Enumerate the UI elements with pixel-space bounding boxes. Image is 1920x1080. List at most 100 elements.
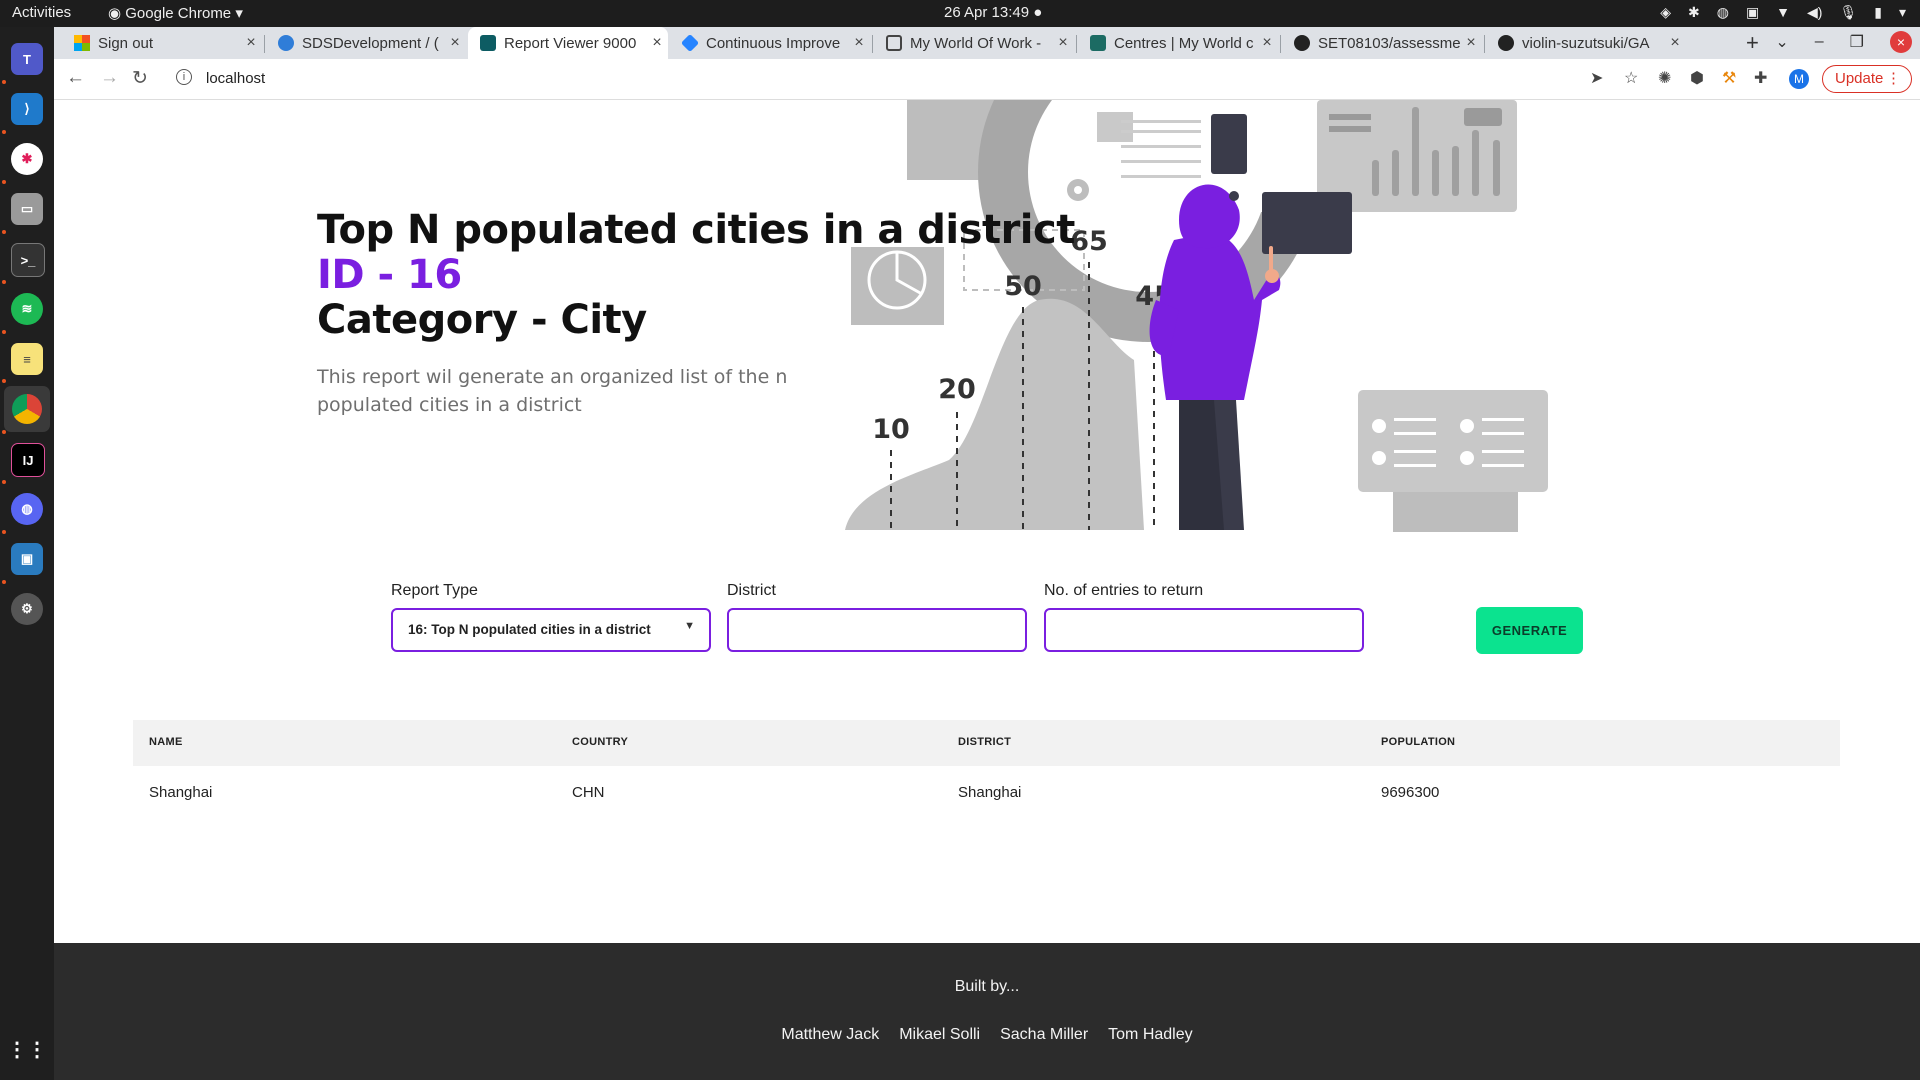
remote-desktop-icon[interactable]: ▣ bbox=[11, 543, 43, 575]
close-icon[interactable]: × bbox=[1256, 34, 1278, 52]
github-icon bbox=[1294, 35, 1310, 51]
url-text: localhost bbox=[206, 70, 266, 87]
close-icon[interactable]: × bbox=[240, 34, 262, 52]
discord-icon[interactable]: ◍ bbox=[11, 493, 43, 525]
send-icon[interactable]: ➤ bbox=[1590, 68, 1603, 88]
profile-avatar[interactable]: M bbox=[1789, 69, 1809, 89]
activities-button[interactable]: Activities bbox=[12, 4, 71, 21]
cell-name: Shanghai bbox=[149, 784, 213, 801]
spotify-icon[interactable]: ≋ bbox=[11, 293, 43, 325]
tab-centres[interactable]: Centres | My World c × bbox=[1078, 27, 1278, 59]
notes-icon[interactable]: ≡ bbox=[11, 343, 43, 375]
tab-set08103[interactable]: SET08103/assessme × bbox=[1282, 27, 1482, 59]
app-menu[interactable]: ◉ Google Chrome ▾ bbox=[108, 4, 243, 22]
column-header-country[interactable]: COUNTRY bbox=[572, 736, 628, 748]
restore-icon[interactable]: ❐ bbox=[1850, 32, 1864, 52]
table-row[interactable]: Shanghai CHN Shanghai 9696300 bbox=[133, 766, 1840, 822]
intellij-icon[interactable]: IJ bbox=[11, 443, 45, 477]
vscode-icon[interactable]: ⟩ bbox=[11, 93, 43, 125]
running-indicator bbox=[2, 230, 6, 234]
microsoft-icon bbox=[74, 35, 90, 51]
volume-icon[interactable]: ◀) bbox=[1807, 4, 1822, 21]
discord-tray-icon[interactable]: ◍ bbox=[1717, 4, 1729, 21]
chart-label: 20 bbox=[938, 374, 976, 405]
district-input[interactable] bbox=[727, 608, 1027, 652]
cell-country: CHN bbox=[572, 784, 605, 801]
tab-continuous-improve[interactable]: Continuous Improve × bbox=[670, 27, 870, 59]
teams-icon[interactable]: T bbox=[11, 43, 43, 75]
forward-icon[interactable]: → bbox=[100, 67, 119, 89]
tab-label: Sign out bbox=[98, 34, 154, 52]
extension-icon[interactable]: ⚒ bbox=[1722, 68, 1736, 88]
teams-tray-icon[interactable]: ▣ bbox=[1746, 4, 1759, 21]
tab-sdsdevelopment[interactable]: SDSDevelopment / ( × bbox=[266, 27, 466, 59]
column-header-name[interactable]: NAME bbox=[149, 736, 183, 748]
window-close-icon[interactable]: × bbox=[1890, 31, 1912, 53]
site-info-icon[interactable]: i bbox=[176, 69, 192, 85]
report-title-text: Top N populated cities in a district bbox=[317, 207, 1075, 253]
column-header-population[interactable]: POPULATION bbox=[1381, 736, 1455, 748]
entries-input[interactable] bbox=[1044, 608, 1364, 652]
dock: T ⟩ ✱ ▭ >_ ≋ ≡ IJ ◍ ▣ ⚙ ⋮⋮ bbox=[0, 27, 54, 1080]
cell-district: Shanghai bbox=[958, 784, 1022, 801]
tab-my-world-of-work[interactable]: My World Of Work - × bbox=[874, 27, 1074, 59]
tab-divider bbox=[1076, 35, 1077, 53]
tab-sign-out[interactable]: Sign out × bbox=[62, 27, 262, 59]
author-link[interactable]: Sacha Miller bbox=[1000, 1026, 1088, 1044]
wifi-icon[interactable]: ▼ bbox=[1776, 4, 1790, 21]
column-header-district[interactable]: DISTRICT bbox=[958, 736, 1011, 748]
extensions-puzzle-icon[interactable]: ✚ bbox=[1754, 68, 1767, 88]
running-indicator bbox=[2, 530, 6, 534]
minimize-icon[interactable]: – bbox=[1815, 33, 1824, 51]
tray-app-icon[interactable]: ◈ bbox=[1660, 4, 1671, 21]
generate-button[interactable]: GENERATE bbox=[1476, 607, 1583, 654]
author-link[interactable]: Tom Hadley bbox=[1108, 1026, 1192, 1044]
author-link[interactable]: Matthew Jack bbox=[781, 1026, 879, 1044]
slack-tray-icon[interactable]: ✱ bbox=[1688, 4, 1700, 21]
slack-icon[interactable]: ✱ bbox=[11, 143, 43, 175]
close-icon[interactable]: × bbox=[848, 34, 870, 52]
battery-icon[interactable]: ▮ bbox=[1874, 4, 1882, 21]
new-tab-button[interactable]: + bbox=[1746, 30, 1759, 56]
author-link[interactable]: Mikael Solli bbox=[899, 1026, 980, 1044]
tab-search-icon[interactable]: ⌄ bbox=[1775, 32, 1788, 52]
browser-toolbar: ← → ↻ i localhost ➤ ☆ ✺ ⬢ ⚒ ✚ M Update ⋮ bbox=[54, 59, 1920, 100]
kebab-menu-icon: ⋮ bbox=[1886, 70, 1901, 87]
chrome-icon: ◉ bbox=[108, 5, 122, 22]
system-tray[interactable]: ◈ ✱ ◍ ▣ ▼ ◀) 🎙 ▮ ▾ bbox=[1660, 4, 1906, 21]
microphone-icon[interactable]: 🎙 bbox=[1839, 4, 1857, 21]
github-icon bbox=[1498, 35, 1514, 51]
chrome-dock-icon[interactable] bbox=[4, 386, 50, 432]
show-apps-icon[interactable]: ⋮⋮ bbox=[7, 1033, 47, 1065]
close-icon[interactable]: × bbox=[444, 34, 466, 52]
tab-label: SET08103/assessme bbox=[1318, 34, 1460, 52]
author-list: Matthew Jack Mikael Solli Sacha Miller T… bbox=[54, 1026, 1920, 1044]
extension-icon[interactable]: ✺ bbox=[1658, 68, 1671, 88]
entries-label: No. of entries to return bbox=[1044, 582, 1204, 599]
tab-divider bbox=[264, 35, 265, 53]
settings-icon[interactable]: ⚙ bbox=[11, 593, 43, 625]
azure-devops-icon bbox=[278, 35, 294, 51]
update-button[interactable]: Update ⋮ bbox=[1822, 65, 1912, 93]
clock[interactable]: 26 Apr 13:49 ● bbox=[944, 4, 1042, 21]
extension-icon[interactable]: ⬢ bbox=[1690, 68, 1704, 88]
tab-report-viewer[interactable]: Report Viewer 9000 × bbox=[468, 27, 668, 59]
chart-label: 10 bbox=[872, 414, 910, 445]
report-category: Category - City bbox=[317, 297, 647, 343]
page-icon bbox=[886, 35, 902, 51]
bookmark-star-icon[interactable]: ☆ bbox=[1624, 68, 1638, 88]
close-icon[interactable]: × bbox=[1664, 34, 1686, 52]
running-indicator bbox=[2, 330, 6, 334]
back-icon[interactable]: ← bbox=[66, 67, 85, 89]
address-bar[interactable]: i localhost bbox=[166, 64, 1616, 94]
report-type-select[interactable]: 16: Top N populated cities in a district… bbox=[391, 608, 711, 652]
reload-icon[interactable]: ↻ bbox=[132, 67, 148, 90]
terminal-icon[interactable]: >_ bbox=[11, 243, 45, 277]
clock-label: 26 Apr 13:49 bbox=[944, 4, 1030, 21]
close-icon[interactable]: × bbox=[646, 34, 668, 52]
tab-violin-suzutsuki[interactable]: violin-suzutsuki/GA × bbox=[1486, 27, 1686, 59]
system-menu-chevron-icon[interactable]: ▾ bbox=[1899, 4, 1906, 21]
close-icon[interactable]: × bbox=[1052, 34, 1074, 52]
close-icon[interactable]: × bbox=[1460, 34, 1482, 52]
files-icon[interactable]: ▭ bbox=[11, 193, 43, 225]
